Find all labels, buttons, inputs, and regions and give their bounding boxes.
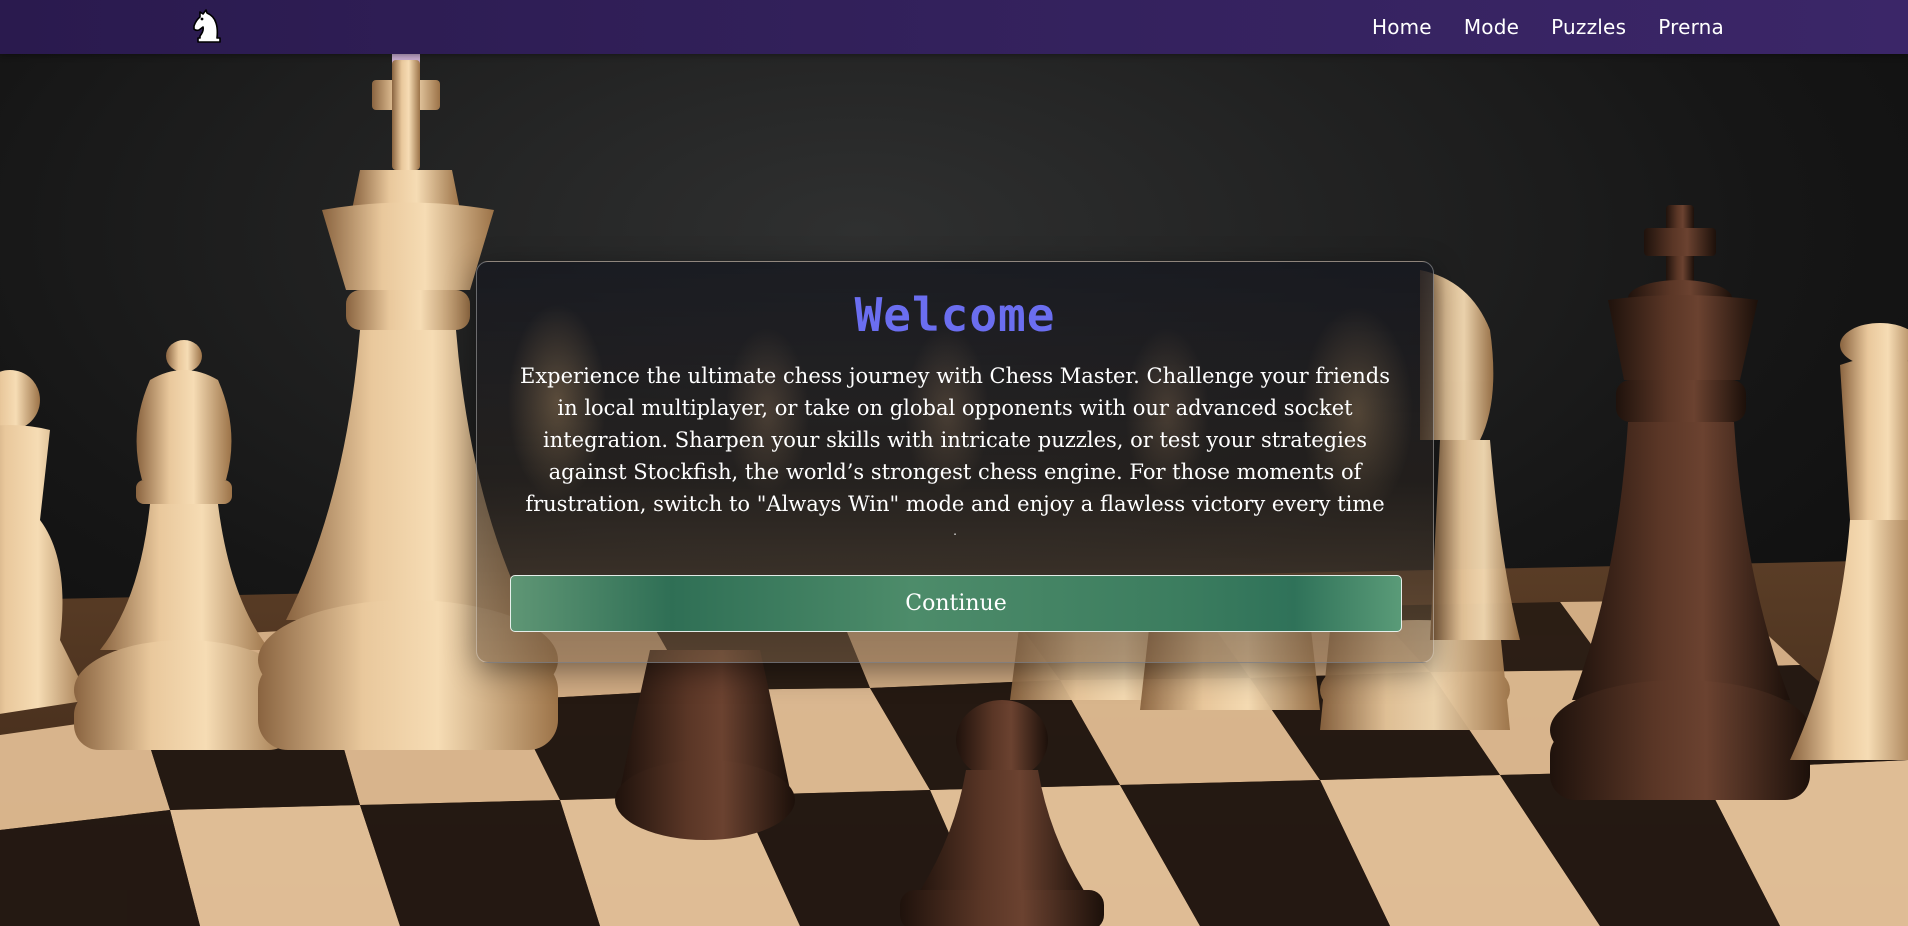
- welcome-trailing-text: .: [953, 524, 957, 538]
- welcome-description: Experience the ultimate chess journey wi…: [519, 364, 1391, 516]
- nav-link-prerna[interactable]: Prerna: [1658, 15, 1724, 39]
- continue-button[interactable]: Continue: [510, 575, 1402, 632]
- nav-links: Home Mode Puzzles Prerna: [1372, 0, 1724, 54]
- nav-link-puzzles[interactable]: Puzzles: [1551, 15, 1626, 39]
- welcome-card: Welcome Experience the ultimate chess jo…: [476, 261, 1434, 663]
- chess-knight-icon[interactable]: [190, 9, 226, 45]
- nav-link-mode[interactable]: Mode: [1464, 15, 1519, 39]
- top-navbar: Home Mode Puzzles Prerna: [0, 0, 1908, 54]
- nav-link-home[interactable]: Home: [1372, 15, 1432, 39]
- welcome-title: Welcome: [854, 288, 1056, 342]
